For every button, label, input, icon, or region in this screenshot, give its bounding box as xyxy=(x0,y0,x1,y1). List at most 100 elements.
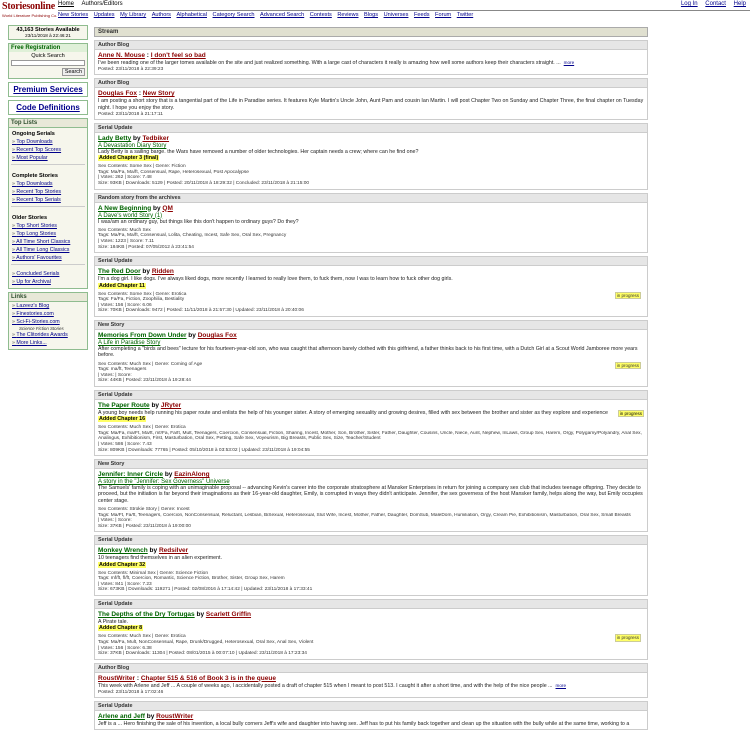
link-lazeez-blog[interactable]: Lazeez's Blog xyxy=(9,302,87,310)
stream-item-story: New Story Memories From Down Under by Do… xyxy=(94,319,648,387)
story-author-link[interactable]: Ridden xyxy=(152,268,174,275)
story-title-link[interactable]: Arlene and Jeff xyxy=(98,713,145,720)
complete-top-downloads[interactable]: Top Downloads xyxy=(9,180,87,188)
menu-twitter[interactable]: Twitter xyxy=(457,12,473,18)
nav-authors-editors[interactable]: Authors/Editors xyxy=(82,1,123,7)
menu-contests[interactable]: Contests xyxy=(310,12,332,18)
item-type: Author Blog xyxy=(95,79,647,89)
story-synopsis: The Samuels' family is coping with an un… xyxy=(98,485,643,504)
older-all-time-long-classics[interactable]: All Time Long Classics xyxy=(9,246,87,254)
story-size: Size: 184KB | Posted: 07/05/2012 à 23:41… xyxy=(98,244,194,250)
story-size: Size: 93KB | Downloads: 5129 | Posted: 2… xyxy=(98,180,310,186)
complete-recent-top-stories[interactable]: Recent Top Stories xyxy=(9,188,87,196)
older-top-short-stories[interactable]: Top Short Stories xyxy=(9,222,87,230)
quick-search-label: Quick Search xyxy=(31,53,65,59)
added-chapter: Added Chapter 8 xyxy=(98,625,144,632)
sidebar: 43,163 Stories Available 23/11/2018 à 22… xyxy=(8,25,88,353)
menu-category-search[interactable]: Category Search xyxy=(213,12,255,18)
complete-recent-top-serials[interactable]: Recent Top Serials xyxy=(9,196,87,204)
story-author-link[interactable]: EazinAlong xyxy=(174,471,209,478)
login-link[interactable]: Log In xyxy=(681,1,698,7)
story-author-link[interactable]: JRyter xyxy=(161,402,181,409)
posted-date: Posted: 23/11/2018 à 17:02:46 xyxy=(98,690,164,696)
menu-feeds[interactable]: Feeds xyxy=(414,12,430,18)
story-author-link[interactable]: Douglas Fox xyxy=(198,332,237,339)
code-definitions-button[interactable]: Code Definitions xyxy=(8,100,88,115)
story-count-box: 43,163 Stories Available 23/11/2018 à 22… xyxy=(8,25,88,40)
menu-forum[interactable]: Forum xyxy=(435,12,451,18)
free-registration-link[interactable]: Free Registration xyxy=(9,44,87,52)
item-type: Serial Update xyxy=(95,390,647,400)
story-author-link[interactable]: Scarlett Griffin xyxy=(206,611,251,618)
stream-item-blog: Author Blog Anne N. Mouse : I don't feel… xyxy=(94,40,648,76)
link-finestories[interactable]: Finestories.com xyxy=(9,310,87,318)
more-link[interactable]: more xyxy=(556,683,566,688)
older-all-time-short-classics[interactable]: All Time Short Classics xyxy=(9,238,87,246)
menu-authors[interactable]: Authors xyxy=(152,12,171,18)
help-link[interactable]: Help xyxy=(734,1,746,7)
nav-home[interactable]: Home xyxy=(58,1,74,7)
story-synopsis: After completing a "birds and bees" lect… xyxy=(98,345,638,359)
added-chapter: Added Chapter 16 xyxy=(98,416,147,423)
ongoing-recent-top-scores[interactable]: Recent Top Scores xyxy=(9,146,87,154)
link-scifi-stories[interactable]: Sci-Fi-Stories.com xyxy=(9,318,87,326)
older-top-long-stories[interactable]: Top Long Stories xyxy=(9,230,87,238)
item-type: Serial Update xyxy=(95,702,647,712)
stream-item-blog: Author Blog Douglas Fox : New Story I am… xyxy=(94,78,648,120)
menu-reviews[interactable]: Reviews xyxy=(337,12,358,18)
quick-search-input[interactable] xyxy=(11,60,85,66)
more-link[interactable]: more xyxy=(564,60,574,65)
menu-universes[interactable]: Universes xyxy=(384,12,409,18)
ongoing-most-popular[interactable]: Most Popular xyxy=(9,154,87,162)
story-author-link[interactable]: RoustWriter xyxy=(156,713,193,720)
menu-blogs[interactable]: Blogs xyxy=(364,12,378,18)
blog-title-link[interactable]: I don't feel so bad xyxy=(151,52,206,59)
menu-advanced-search[interactable]: Advanced Search xyxy=(260,12,304,18)
story-title-link[interactable]: Memories From Down Under xyxy=(98,332,186,339)
concluded-serials-link[interactable]: Concluded Serials xyxy=(9,270,87,278)
contact-link[interactable]: Contact xyxy=(705,1,726,7)
ongoing-serials-heading: Ongoing Serials xyxy=(12,131,55,137)
site-logo[interactable]: Storiesonline World Literature Publishin… xyxy=(2,2,58,20)
quick-search-form: Search xyxy=(9,60,87,78)
story-author-link[interactable]: QM xyxy=(162,205,172,212)
older-authors-favourites[interactable]: Authors' Favourites xyxy=(9,254,87,262)
blog-author-link[interactable]: Anne N. Mouse xyxy=(98,52,145,59)
premium-services-button[interactable]: Premium Services xyxy=(8,82,88,97)
registration-box: Free Registration Quick Search Search xyxy=(8,43,88,79)
blog-excerpt: This week with Arlene and Jeff ... A cou… xyxy=(98,682,553,689)
story-title-link[interactable]: The Depths of the Dry Tortugas xyxy=(98,611,195,618)
story-title-link[interactable]: Lady Betty xyxy=(98,135,131,142)
menu-updates[interactable]: Updates xyxy=(94,12,115,18)
story-title-link[interactable]: The Red Door xyxy=(98,268,141,275)
item-type: New Story xyxy=(95,320,647,330)
up-for-archival-link[interactable]: Up for Archival xyxy=(9,278,87,288)
story-size: Size: 37KB | Posted: 23/11/2018 à 19:00:… xyxy=(98,523,191,529)
menu-new-stories[interactable]: New Stories xyxy=(58,12,88,18)
story-tags: Tags: Ma/Ft, Fa/ft, Teenagers, Coercion,… xyxy=(98,512,631,518)
story-size: Size: 37KB | Downloads: 11304 | Posted: … xyxy=(98,651,307,657)
blog-title-link[interactable]: Chapter 515 & 516 of Book 3 is in the qu… xyxy=(141,675,276,682)
story-author-link[interactable]: Redsilver xyxy=(159,547,188,554)
top-lists-box: Top Lists Ongoing Serials Top Downloads … xyxy=(8,118,88,289)
search-button[interactable]: Search xyxy=(61,68,85,76)
blog-author-link[interactable]: Douglas Fox xyxy=(98,90,137,97)
story-author-link[interactable]: Tedbiker xyxy=(142,135,169,142)
story-title-link[interactable]: Monkey Wrench xyxy=(98,547,148,554)
links-heading: Links xyxy=(9,293,87,302)
ongoing-top-downloads[interactable]: Top Downloads xyxy=(9,138,87,146)
item-type: Serial Update xyxy=(95,536,647,546)
link-more-links[interactable]: More Links... xyxy=(9,339,87,349)
menu-alphabetical[interactable]: Alphabetical xyxy=(177,12,207,18)
menu-my-library[interactable]: My Library xyxy=(120,12,146,18)
blog-title-link[interactable]: New Story xyxy=(143,90,175,97)
posted-date: Posted: 23/11/2018 à 22:39:23 xyxy=(98,67,164,73)
blog-author-link[interactable]: RoustWriter xyxy=(98,675,135,682)
link-clitorides-awards[interactable]: The Clitorides Awards xyxy=(9,331,87,339)
story-title-link[interactable]: The Paper Route xyxy=(98,402,150,409)
story-title-link[interactable]: Jennifer: Inner Circle xyxy=(98,471,163,478)
story-synopsis: I was/am an ordinary guy, but things lik… xyxy=(98,218,299,225)
story-title-link[interactable]: A New Beginning xyxy=(98,205,151,212)
item-type: Serial Update xyxy=(95,257,647,267)
story-size: Size: 809KB | Downloads: 77765 | Posted:… xyxy=(98,447,310,453)
